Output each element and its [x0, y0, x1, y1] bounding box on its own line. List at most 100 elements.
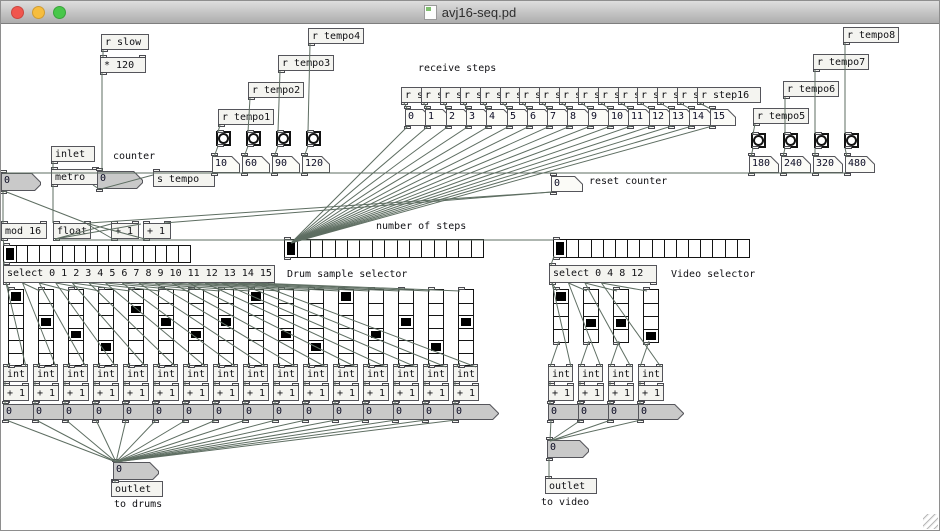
- radio-cell[interactable]: [219, 290, 233, 303]
- radio-cell[interactable]: [554, 303, 568, 316]
- hradio-steps-video[interactable]: [553, 239, 750, 258]
- radio-cell[interactable]: [129, 340, 143, 353]
- radio-cell[interactable]: [339, 303, 353, 316]
- radio-cell[interactable]: [700, 240, 712, 257]
- radio-cell[interactable]: [279, 290, 293, 303]
- vradio-drums-15[interactable]: [428, 289, 444, 366]
- vradio-video-1[interactable]: [553, 289, 569, 343]
- vradio-drums-9[interactable]: [248, 289, 264, 366]
- radio-cell[interactable]: [99, 303, 113, 316]
- radio-cell[interactable]: [644, 290, 658, 303]
- radio-cell[interactable]: [429, 340, 443, 353]
- radio-cell[interactable]: [249, 328, 263, 341]
- radio-cell[interactable]: [614, 316, 628, 329]
- radio-cell[interactable]: [399, 328, 413, 341]
- radio-cell[interactable]: [27, 246, 39, 262]
- radio-cell[interactable]: [644, 329, 658, 342]
- radio-cell[interactable]: [178, 246, 190, 262]
- radio-cell[interactable]: [9, 303, 23, 316]
- radio-cell[interactable]: [429, 290, 443, 303]
- radio-cell[interactable]: [297, 240, 309, 257]
- radio-cell[interactable]: [369, 328, 383, 341]
- radio-cell[interactable]: [189, 315, 203, 328]
- radio-cell[interactable]: [399, 290, 413, 303]
- radio-cell[interactable]: [166, 246, 178, 262]
- radio-cell[interactable]: [471, 240, 483, 257]
- radio-cell[interactable]: [459, 290, 473, 303]
- radio-cell[interactable]: [97, 246, 109, 262]
- vradio-drums-2[interactable]: [38, 289, 54, 366]
- radio-cell[interactable]: [554, 329, 568, 342]
- radio-cell[interactable]: [132, 246, 144, 262]
- num-tempo-4[interactable]: 120: [302, 156, 330, 173]
- radio-cell[interactable]: [309, 303, 323, 316]
- radio-cell[interactable]: [9, 328, 23, 341]
- radio-cell[interactable]: [459, 340, 473, 353]
- radio-cell[interactable]: [584, 290, 598, 303]
- num-tempo-3[interactable]: 90: [272, 156, 300, 173]
- radio-cell[interactable]: [554, 240, 566, 257]
- radio-cell[interactable]: [129, 328, 143, 341]
- radio-cell[interactable]: [359, 240, 371, 257]
- radio-cell[interactable]: [279, 315, 293, 328]
- bang-tempo-3[interactable]: [276, 131, 291, 146]
- vradio-drums-12[interactable]: [338, 289, 354, 366]
- radio-cell[interactable]: [129, 303, 143, 316]
- bang-tempo-7[interactable]: [814, 133, 829, 148]
- num-tempo-5[interactable]: 180: [749, 156, 779, 173]
- radio-cell[interactable]: [155, 246, 167, 262]
- radio-cell[interactable]: [39, 315, 53, 328]
- vradio-drums-8[interactable]: [218, 289, 234, 366]
- radio-cell[interactable]: [279, 303, 293, 316]
- radio-cell[interactable]: [421, 240, 433, 257]
- radio-cell[interactable]: [279, 340, 293, 353]
- radio-cell[interactable]: [39, 328, 53, 341]
- radio-cell[interactable]: [458, 240, 470, 257]
- radio-cell[interactable]: [664, 240, 676, 257]
- radio-cell[interactable]: [129, 315, 143, 328]
- num-tempo-7[interactable]: 320: [813, 156, 843, 173]
- radio-cell[interactable]: [335, 240, 347, 257]
- radio-cell[interactable]: [309, 315, 323, 328]
- radio-cell[interactable]: [339, 290, 353, 303]
- vradio-drums-14[interactable]: [398, 289, 414, 366]
- radio-cell[interactable]: [219, 303, 233, 316]
- radio-cell[interactable]: [69, 303, 83, 316]
- radio-cell[interactable]: [584, 303, 598, 316]
- radio-cell[interactable]: [99, 315, 113, 328]
- radio-cell[interactable]: [584, 329, 598, 342]
- radio-cell[interactable]: [219, 328, 233, 341]
- radio-cell[interactable]: [372, 240, 384, 257]
- hradio-counter-position[interactable]: [3, 245, 191, 263]
- radio-cell[interactable]: [725, 240, 737, 257]
- bang-tempo-6[interactable]: [783, 133, 798, 148]
- num-drums-out[interactable]: 0: [113, 462, 159, 480]
- radio-cell[interactable]: [219, 340, 233, 353]
- radio-cell[interactable]: [614, 303, 628, 316]
- vradio-video-4[interactable]: [643, 289, 659, 343]
- num-tempo-8[interactable]: 480: [845, 156, 875, 173]
- minimize-button[interactable]: [32, 6, 45, 19]
- bang-tempo-1[interactable]: [216, 131, 231, 146]
- radio-cell[interactable]: [129, 290, 143, 303]
- num-tempo-6[interactable]: 240: [781, 156, 811, 173]
- radio-cell[interactable]: [652, 240, 664, 257]
- bang-tempo-5[interactable]: [751, 133, 766, 148]
- radio-cell[interactable]: [409, 240, 421, 257]
- radio-cell[interactable]: [347, 240, 359, 257]
- radio-cell[interactable]: [159, 340, 173, 353]
- radio-cell[interactable]: [279, 328, 293, 341]
- radio-cell[interactable]: [459, 315, 473, 328]
- radio-cell[interactable]: [399, 315, 413, 328]
- radio-cell[interactable]: [69, 340, 83, 353]
- vradio-drums-7[interactable]: [188, 289, 204, 366]
- num-tempo-display[interactable]: 0: [97, 171, 143, 189]
- num-accum-drums-16[interactable]: 0: [453, 404, 499, 420]
- radio-cell[interactable]: [339, 340, 353, 353]
- radio-cell[interactable]: [339, 315, 353, 328]
- vradio-drums-11[interactable]: [308, 289, 324, 366]
- num-tempo-2[interactable]: 60: [242, 156, 270, 173]
- radio-cell[interactable]: [384, 240, 396, 257]
- radio-cell[interactable]: [429, 328, 443, 341]
- radio-cell[interactable]: [399, 303, 413, 316]
